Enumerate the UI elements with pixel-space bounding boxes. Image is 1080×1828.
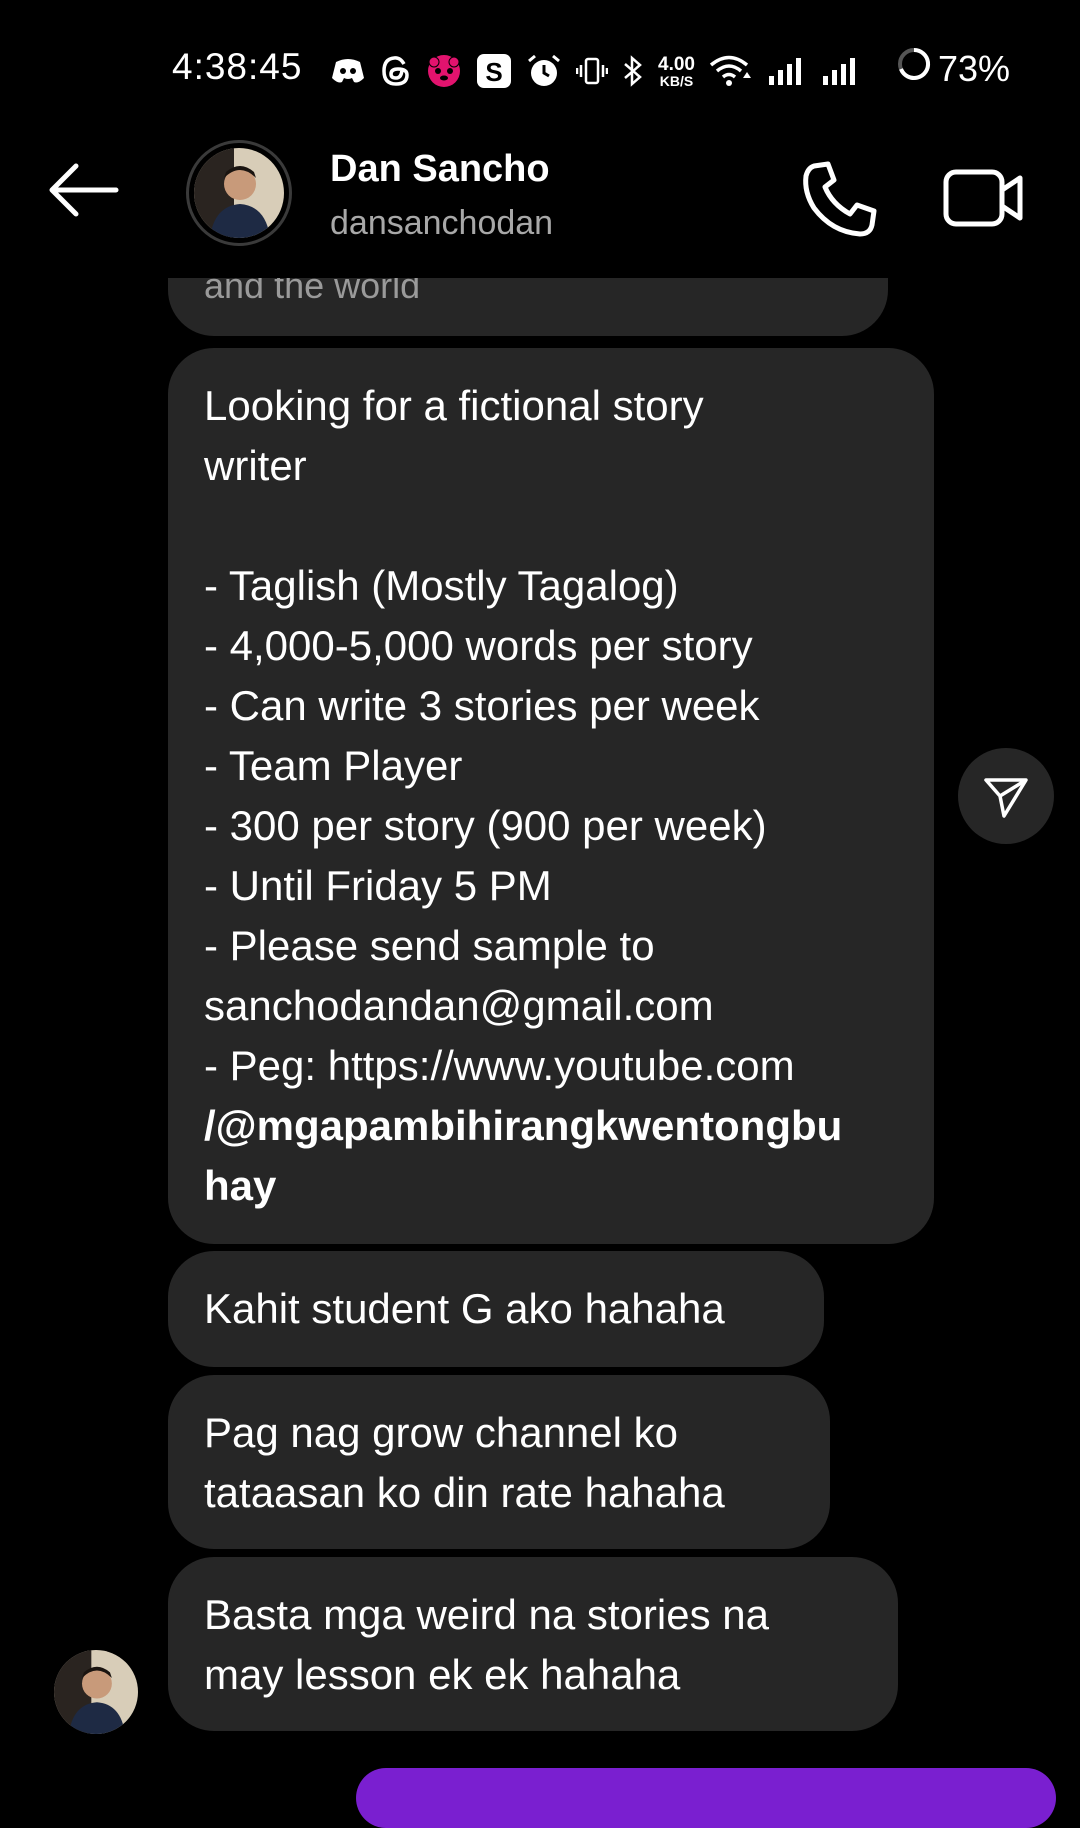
signal-icon bbox=[767, 51, 807, 91]
message-bubble[interactable]: Basta mga weird na stories na may lesson… bbox=[168, 1557, 898, 1731]
message-line bbox=[204, 496, 898, 556]
email-link[interactable]: sanchodandan@gmail.com bbox=[204, 976, 898, 1036]
back-arrow-icon bbox=[49, 163, 119, 217]
message-bubble[interactable]: Kahit student G ako hahaha bbox=[168, 1251, 824, 1367]
vibrate-icon bbox=[576, 51, 608, 91]
bluetooth-icon bbox=[622, 51, 644, 91]
net-speed-unit: KB/S bbox=[659, 72, 694, 89]
battery-indicator: 73% bbox=[896, 46, 1010, 91]
share-button[interactable] bbox=[958, 748, 1054, 844]
alarm-icon bbox=[526, 51, 562, 91]
status-icons: S 4.00 KB/S bbox=[330, 46, 861, 96]
battery-icon bbox=[896, 46, 932, 91]
message-text: tataasan ko din rate hahaha bbox=[204, 1469, 725, 1516]
message-text: Basta mga weird na stories na bbox=[204, 1591, 769, 1638]
net-speed-value: 4.00 bbox=[658, 53, 695, 75]
youtube-link[interactable]: /@mgapambihirangkwentongbu bbox=[204, 1096, 898, 1156]
message-line: Looking for a fictional story bbox=[204, 382, 704, 429]
phone-icon bbox=[803, 161, 877, 237]
video-call-button[interactable] bbox=[942, 162, 1024, 232]
message-line: - Taglish (Mostly Tagalog) bbox=[204, 562, 679, 609]
s-app-icon: S bbox=[476, 51, 512, 91]
wifi-icon bbox=[709, 51, 753, 91]
message-bubble-job-post[interactable]: Looking for a fictional story writer - T… bbox=[168, 348, 934, 1244]
message-bubble[interactable]: Pag nag grow channel ko tataasan ko din … bbox=[168, 1375, 830, 1549]
message-line: writer bbox=[204, 442, 307, 489]
foodpanda-icon bbox=[426, 51, 462, 91]
svg-text:S: S bbox=[485, 57, 502, 87]
back-button[interactable] bbox=[44, 160, 124, 220]
message-text: Pag nag grow channel ko bbox=[204, 1409, 678, 1456]
message-line: - 300 per story (900 per week) bbox=[204, 802, 767, 849]
profile-avatar[interactable] bbox=[186, 140, 292, 246]
video-camera-icon bbox=[943, 169, 1023, 227]
signal-icon bbox=[821, 51, 861, 91]
avatar bbox=[194, 148, 284, 238]
message-line: - Until Friday 5 PM bbox=[204, 862, 552, 909]
network-speed: 4.00 KB/S bbox=[658, 55, 695, 88]
discord-icon bbox=[330, 51, 366, 91]
message-text: may lesson ek ek hahaha bbox=[204, 1651, 681, 1698]
outgoing-message-bubble[interactable] bbox=[356, 1768, 1056, 1828]
message-line[interactable]: - Peg: https://www.youtube.com bbox=[204, 1036, 898, 1096]
message-line: - Can write 3 stories per week bbox=[204, 682, 760, 729]
message-text: Kahit student G ako hahaha bbox=[204, 1285, 725, 1332]
message-line: - Team Player bbox=[204, 742, 463, 789]
battery-percent: 73% bbox=[938, 47, 1011, 89]
call-button[interactable] bbox=[800, 160, 880, 240]
sender-avatar[interactable] bbox=[54, 1650, 138, 1734]
contact-name[interactable]: Dan Sancho bbox=[330, 148, 550, 191]
send-icon bbox=[984, 778, 1028, 818]
threads-icon bbox=[380, 51, 412, 91]
message-line: - 4,000-5,000 words per story bbox=[204, 622, 753, 669]
youtube-link[interactable]: hay bbox=[204, 1156, 898, 1216]
status-bar: 4:38:45 S 4.00 KB/S 73% bbox=[0, 0, 1080, 140]
chat-header: Dan Sancho dansanchodan bbox=[0, 140, 1080, 278]
message-line: - Please send sample to bbox=[204, 922, 655, 969]
contact-username: dansanchodan bbox=[330, 204, 554, 242]
clock: 4:38:45 bbox=[172, 46, 303, 87]
